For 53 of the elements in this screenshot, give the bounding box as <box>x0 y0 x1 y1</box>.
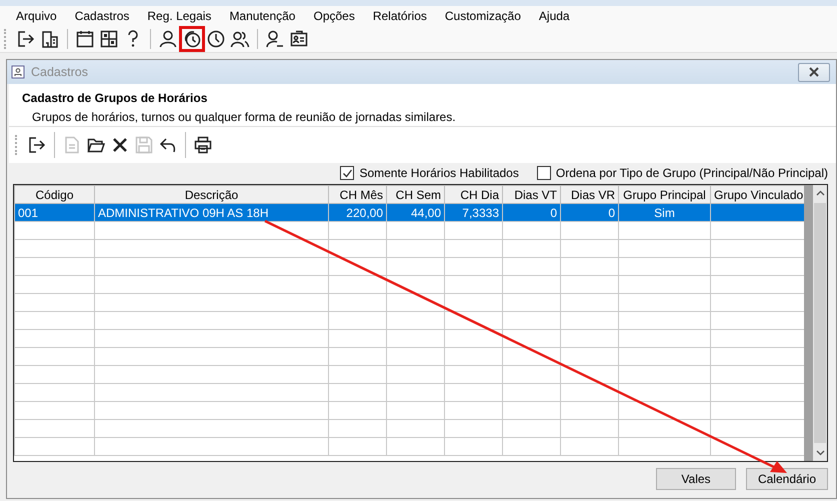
column-header[interactable]: Dias VR <box>560 186 618 204</box>
column-header[interactable]: Grupo Vinculado <box>710 186 804 204</box>
grid-icon[interactable] <box>99 29 119 49</box>
table-cell: 7,3333 <box>462 206 499 220</box>
table-row[interactable]: 001 ADMINISTRATIVO 09H AS 18H 220,00 44,00 7,3333 0 0 Sim <box>14 204 804 222</box>
menu-item[interactable]: Manutenção <box>223 9 302 23</box>
person-icon[interactable] <box>158 29 178 49</box>
checkbox-label: Ordena por Tipo de Grupo (Principal/Não Principal) <box>556 166 828 180</box>
table-cell: 0 <box>608 206 615 220</box>
column-header[interactable]: CH Mês <box>328 186 386 204</box>
table-cell: 001 <box>18 206 38 220</box>
menu-item[interactable]: Reg. Legais <box>141 9 218 23</box>
building-icon[interactable] <box>40 29 60 49</box>
column-header[interactable]: Código <box>14 186 94 204</box>
menu-item[interactable]: Customização <box>438 9 527 23</box>
window-title: Cadastros <box>31 65 89 79</box>
column-header[interactable]: Descrição <box>94 186 328 204</box>
checkbox[interactable] <box>340 166 354 180</box>
menu-item[interactable]: Cadastros <box>68 9 136 23</box>
scroll-up-icon[interactable] <box>816 190 824 196</box>
exit-icon[interactable] <box>16 29 36 49</box>
clock-icon[interactable] <box>206 29 226 49</box>
scrollbar[interactable] <box>813 185 827 461</box>
table-cell: 44,00 <box>410 206 441 220</box>
clock-icon[interactable] <box>182 29 202 49</box>
form-subtitle: Grupos de horários, turnos ou qualquer forma de reunião de jornadas similares. <box>32 110 457 124</box>
form-title: Cadastro de Grupos de Horários <box>22 91 208 105</box>
menu-item[interactable]: Ajuda <box>532 9 576 23</box>
printer-icon[interactable] <box>193 135 213 155</box>
menu-item[interactable]: Arquivo <box>10 9 63 23</box>
calendar-icon[interactable] <box>75 29 95 49</box>
menu-item[interactable]: Relatórios <box>366 9 433 23</box>
close-button[interactable] <box>798 62 830 82</box>
table-cell: ADMINISTRATIVO 09H AS 18H <box>98 206 268 220</box>
close-icon <box>807 67 821 77</box>
exit-icon[interactable] <box>27 135 47 155</box>
dialog-button[interactable]: Vales <box>656 468 736 490</box>
table-cell: 220,00 <box>346 206 383 220</box>
column-header[interactable]: CH Dia <box>444 186 502 204</box>
checkbox-label: Somente Horários Habilitados <box>359 166 519 180</box>
column-header[interactable]: CH Sem <box>386 186 444 204</box>
table-cell: Sim <box>654 206 675 220</box>
id-card-icon[interactable] <box>289 29 309 49</box>
column-header[interactable]: Dias VT <box>502 186 560 204</box>
scroll-down-icon[interactable] <box>816 450 824 456</box>
people-icon[interactable] <box>230 29 250 49</box>
dialog-button[interactable]: Calendário <box>746 468 828 490</box>
table-cell: 0 <box>550 206 557 220</box>
window-icon <box>11 65 25 79</box>
person-minus-icon[interactable] <box>265 29 285 49</box>
column-header[interactable]: Grupo Principal <box>618 186 710 204</box>
menu-item[interactable]: Opções <box>307 9 361 23</box>
checkbox[interactable] <box>536 166 551 180</box>
